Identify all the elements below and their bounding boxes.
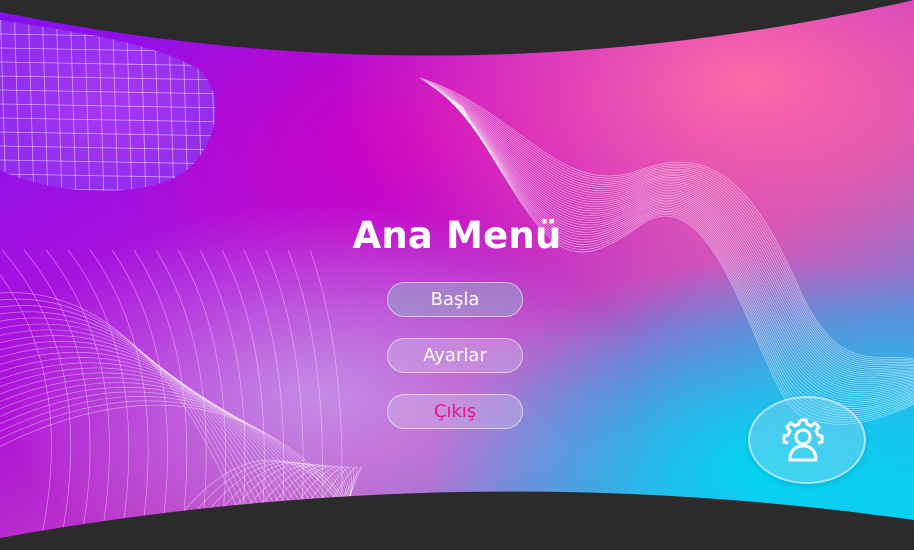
- user-gear-icon: [782, 418, 824, 462]
- start-button-label: Başla: [430, 289, 480, 310]
- profile-settings-button[interactable]: [748, 396, 866, 484]
- exit-button-label: Çıkış: [433, 401, 477, 422]
- start-button[interactable]: Başla: [387, 282, 523, 317]
- settings-button-label: Ayarlar: [423, 345, 487, 366]
- exit-button[interactable]: Çıkış: [387, 394, 523, 429]
- page-title: Ana Menü: [352, 214, 562, 257]
- settings-button[interactable]: Ayarlar: [387, 338, 523, 373]
- main-menu-screen: Ana Menü Başla Ayarlar Çıkış: [0, 0, 914, 550]
